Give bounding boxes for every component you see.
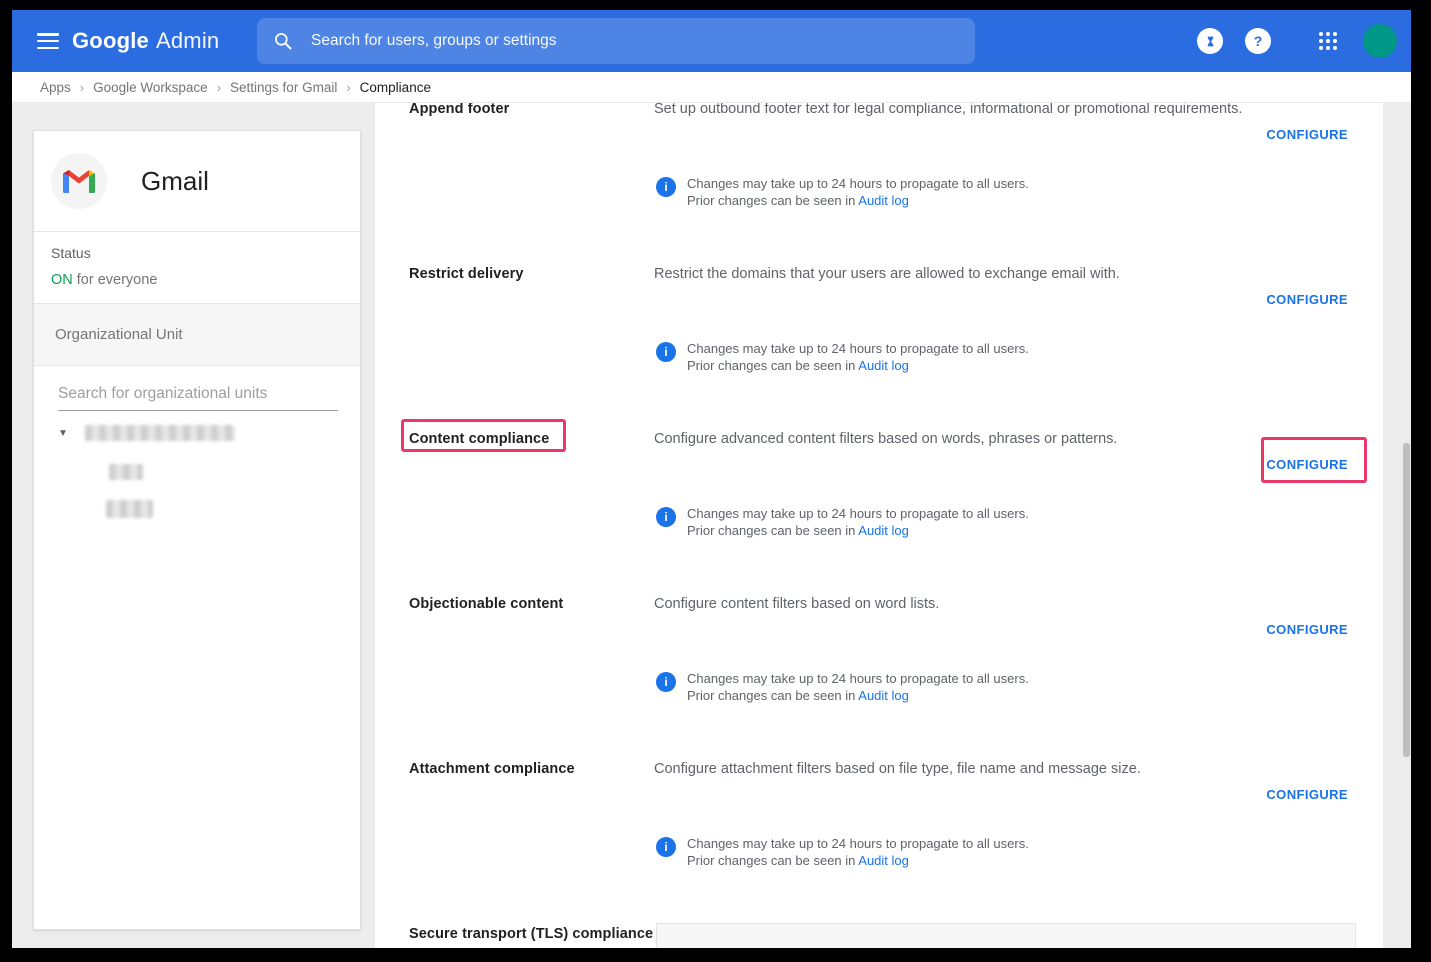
- gmail-logo: [51, 153, 107, 209]
- note-line2: Prior changes can be seen in Audit log: [687, 687, 1029, 704]
- status-on-badge: ON: [51, 272, 73, 288]
- configure-button[interactable]: CONFIGURE: [1266, 787, 1348, 802]
- search-icon: [273, 31, 293, 51]
- menu-icon[interactable]: [36, 31, 60, 51]
- chevron-right-icon: ›: [346, 80, 350, 95]
- note-line1: Changes may take up to 24 hours to propa…: [687, 505, 1029, 522]
- user-avatar[interactable]: [1363, 24, 1397, 58]
- gmail-service-card: Gmail Status ON for everyone Organizatio…: [33, 130, 361, 930]
- propagation-note: i Changes may take up to 24 hours to pro…: [656, 835, 1029, 869]
- setting-row-restrict-delivery: Restrict delivery Restrict the domains t…: [375, 266, 1383, 431]
- chevron-right-icon: ›: [80, 80, 84, 95]
- propagation-note: i Changes may take up to 24 hours to pro…: [656, 670, 1029, 704]
- tls-setting-panel: [656, 923, 1356, 948]
- configure-button[interactable]: CONFIGURE: [1266, 127, 1348, 142]
- info-icon: i: [656, 507, 676, 527]
- apps-grid-icon[interactable]: [1319, 32, 1337, 50]
- status-suffix: for everyone: [73, 272, 158, 288]
- note-line1: Changes may take up to 24 hours to propa…: [687, 670, 1029, 687]
- service-header: Gmail: [34, 131, 360, 232]
- setting-description: Set up outbound footer text for legal co…: [654, 103, 1314, 117]
- info-icon: i: [656, 837, 676, 857]
- configure-button[interactable]: CONFIGURE: [1266, 622, 1348, 637]
- setting-title: Attachment compliance: [409, 761, 644, 777]
- setting-title: Append footer: [409, 103, 644, 117]
- propagation-note: i Changes may take up to 24 hours to pro…: [656, 175, 1029, 209]
- note-line1: Changes may take up to 24 hours to propa…: [687, 340, 1029, 357]
- highlight-box-content-compliance: [401, 419, 566, 452]
- setting-description: Configure content filters based on word …: [654, 596, 1314, 612]
- sidebar-region: Gmail Status ON for everyone Organizatio…: [12, 103, 375, 948]
- org-root-name-redacted[interactable]: [85, 425, 235, 441]
- audit-log-link[interactable]: Audit log: [858, 853, 909, 868]
- breadcrumb: Apps › Google Workspace › Settings for G…: [12, 72, 1411, 103]
- app-bar: Google Admin ?: [12, 10, 1411, 72]
- scrollbar[interactable]: [1383, 103, 1411, 948]
- setting-title: Restrict delivery: [409, 266, 644, 282]
- org-unit-search-input[interactable]: [58, 381, 338, 411]
- org-child-name-redacted[interactable]: [106, 500, 153, 518]
- setting-title: Secure transport (TLS) compliance: [409, 926, 689, 942]
- propagation-note: i Changes may take up to 24 hours to pro…: [656, 505, 1029, 539]
- setting-row-content-compliance: Content compliance Configure advanced co…: [375, 431, 1383, 596]
- audit-log-link[interactable]: Audit log: [858, 523, 909, 538]
- note-line1: Changes may take up to 24 hours to propa…: [687, 835, 1029, 852]
- org-unit-search: [58, 381, 338, 411]
- help-icon[interactable]: ?: [1245, 28, 1271, 54]
- highlight-box-configure: [1261, 437, 1367, 483]
- propagation-note: i Changes may take up to 24 hours to pro…: [656, 340, 1029, 374]
- logo-admin-text: Admin: [156, 28, 219, 54]
- info-icon: i: [656, 672, 676, 692]
- logo-google-text: Google: [72, 28, 149, 54]
- audit-log-link[interactable]: Audit log: [858, 193, 909, 208]
- status-block: Status ON for everyone: [51, 245, 157, 288]
- configure-button[interactable]: CONFIGURE: [1266, 292, 1348, 307]
- pending-tasks-icon[interactable]: [1197, 28, 1223, 54]
- setting-description: Configure attachment filters based on fi…: [654, 761, 1314, 777]
- admin-search-bar[interactable]: [257, 18, 975, 64]
- org-child-name-redacted[interactable]: [109, 464, 143, 480]
- breadcrumb-apps[interactable]: Apps: [40, 80, 71, 95]
- note-line2: Prior changes can be seen in Audit log: [687, 522, 1029, 539]
- scrollbar-thumb[interactable]: [1403, 443, 1410, 757]
- breadcrumb-google-workspace[interactable]: Google Workspace: [93, 80, 208, 95]
- compliance-settings-list: Append footer Set up outbound footer tex…: [375, 103, 1383, 948]
- org-tree-root[interactable]: ▼: [58, 425, 235, 441]
- setting-row-append-footer: Append footer Set up outbound footer tex…: [375, 103, 1383, 266]
- setting-description: Restrict the domains that your users are…: [654, 266, 1314, 282]
- service-name: Gmail: [141, 166, 209, 197]
- breadcrumb-current-compliance: Compliance: [360, 80, 431, 95]
- audit-log-link[interactable]: Audit log: [858, 688, 909, 703]
- chevron-right-icon: ›: [217, 80, 221, 95]
- note-line1: Changes may take up to 24 hours to propa…: [687, 175, 1029, 192]
- search-input[interactable]: [311, 32, 959, 50]
- note-line2: Prior changes can be seen in Audit log: [687, 852, 1029, 869]
- setting-row-objectionable-content: Objectionable content Configure content …: [375, 596, 1383, 761]
- setting-title: Objectionable content: [409, 596, 644, 612]
- note-line2: Prior changes can be seen in Audit log: [687, 357, 1029, 374]
- chevron-down-icon[interactable]: ▼: [58, 428, 68, 439]
- status-label: Status: [51, 245, 157, 261]
- audit-log-link[interactable]: Audit log: [858, 358, 909, 373]
- breadcrumb-settings-for-gmail[interactable]: Settings for Gmail: [230, 80, 337, 95]
- organizational-unit-label: Organizational Unit: [55, 326, 183, 343]
- setting-description: Configure advanced content filters based…: [654, 431, 1314, 447]
- admin-console-window: Google Admin ? Apps › Google Workspace ›…: [12, 10, 1411, 948]
- appbar-actions: ?: [1197, 10, 1397, 72]
- google-admin-logo: Google Admin: [72, 10, 219, 72]
- organizational-unit-section: Organizational Unit: [34, 303, 360, 366]
- setting-row-attachment-compliance: Attachment compliance Configure attachme…: [375, 761, 1383, 926]
- info-icon: i: [656, 342, 676, 362]
- note-line2: Prior changes can be seen in Audit log: [687, 192, 1029, 209]
- info-icon: i: [656, 177, 676, 197]
- status-value: ON for everyone: [51, 272, 157, 288]
